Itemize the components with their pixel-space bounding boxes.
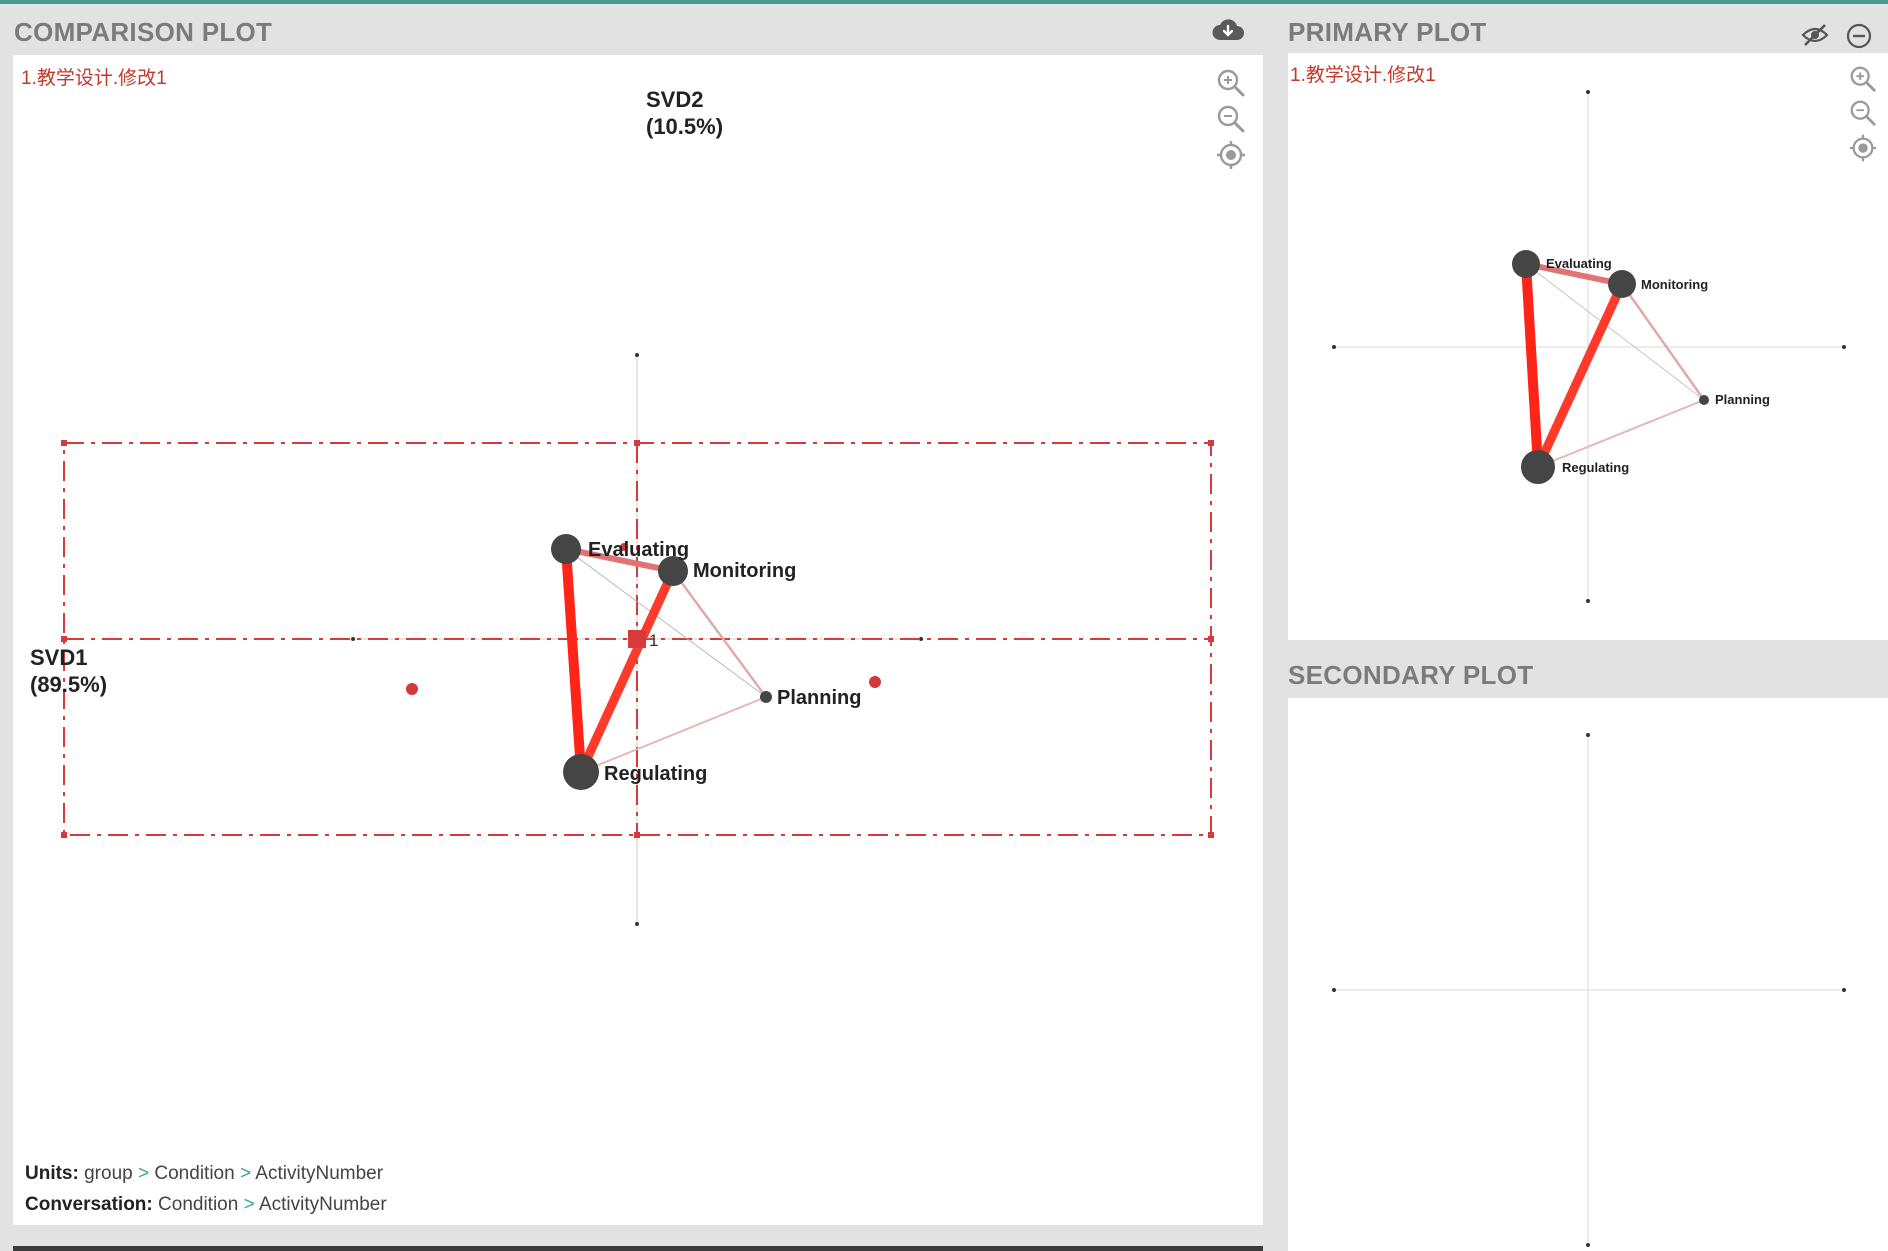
axis-tick	[1586, 1243, 1590, 1247]
centroid-label: 1	[649, 631, 658, 650]
axis-tick	[1842, 345, 1846, 349]
node-evaluating[interactable]	[1512, 250, 1540, 278]
axis-tick	[1586, 733, 1590, 737]
eye-off-icon[interactable]	[1800, 20, 1830, 50]
conversation-label: Conversation:	[25, 1194, 153, 1215]
axis-tick	[1842, 988, 1846, 992]
x-axis-pct: (89.5%)	[30, 672, 107, 697]
axis-tick	[1332, 345, 1336, 349]
node-regulating[interactable]	[1521, 450, 1555, 484]
node-regulating[interactable]	[563, 754, 599, 790]
centroid-marker[interactable]	[628, 630, 646, 648]
node-monitoring[interactable]	[1608, 270, 1636, 298]
y-axis-label: SVD2	[646, 87, 703, 112]
conversation-line: Conversation: Condition > ActivityNumber	[25, 1194, 387, 1216]
minus-circle-icon[interactable]	[1845, 22, 1873, 50]
node-label-planning: Planning	[1715, 392, 1770, 407]
node-label-planning: Planning	[777, 687, 861, 709]
axis-tick	[1332, 988, 1336, 992]
edge-monitoring-planning	[671, 570, 768, 698]
edge-monitoring-planning	[1620, 283, 1706, 401]
top-accent-line	[0, 0, 1888, 4]
units-separator: >	[239, 1163, 252, 1184]
conversation-separator: >	[243, 1194, 255, 1215]
node-label-regulating: Regulating	[1562, 460, 1629, 475]
axis-tick	[1586, 599, 1590, 603]
edge-monitoring-regulating	[1533, 282, 1627, 469]
secondary-plot-header: SECONDARY PLOT	[1288, 660, 1534, 690]
primary-network-plot: Evaluating Monitoring Planning Regulatin…	[1332, 90, 1846, 603]
unit-point[interactable]	[869, 676, 881, 688]
comparison-network-plot: SVD2 (10.5%) SVD1 (89.5%) Evaluating Mon…	[30, 87, 1214, 926]
primary-plot-header: PRIMARY PLOT	[1288, 17, 1487, 47]
node-label-monitoring: Monitoring	[1641, 277, 1708, 292]
node-label-monitoring: Monitoring	[693, 560, 796, 582]
node-planning[interactable]	[760, 691, 772, 703]
conversation-item: Condition	[158, 1194, 239, 1215]
edge-monitoring-regulating	[576, 569, 678, 774]
node-planning[interactable]	[1699, 395, 1709, 405]
unit-point[interactable]	[406, 683, 418, 695]
units-item: ActivityNumber	[255, 1163, 384, 1184]
units-separator: >	[138, 1163, 150, 1184]
edge-evaluating-regulating	[561, 548, 586, 773]
units-item: Condition	[154, 1163, 235, 1184]
y-axis-pct: (10.5%)	[646, 114, 723, 139]
node-label-regulating: Regulating	[604, 763, 707, 785]
units-label: Units:	[25, 1163, 79, 1184]
x-axis-label: SVD1	[30, 645, 87, 670]
primary-plot-card: 1.教学设计.修改1 Evaluating Monitoring Plannin…	[1288, 53, 1888, 640]
axis-tick	[1586, 90, 1590, 94]
comparison-plot-card: 1.教学设计.修改1 SVD2 (10.5%) SVD1 (89.5%) Eva…	[13, 55, 1263, 1225]
node-label-evaluating: Evaluating	[588, 539, 689, 561]
node-label-evaluating: Evaluating	[1546, 256, 1612, 271]
node-evaluating[interactable]	[551, 534, 581, 564]
comparison-plot-header: COMPARISON PLOT	[14, 17, 273, 47]
secondary-network-plot	[1332, 733, 1846, 1247]
secondary-plot-card	[1288, 698, 1888, 1251]
conversation-item: ActivityNumber	[258, 1194, 387, 1215]
cloud-download-icon[interactable]	[1211, 16, 1245, 46]
units-line: Units: group > Condition > ActivityNumbe…	[25, 1163, 383, 1185]
units-item: group	[84, 1163, 133, 1184]
axis-tick	[351, 637, 355, 641]
axis-tick	[635, 922, 639, 926]
bottom-scrollbar[interactable]	[13, 1246, 1263, 1251]
axis-tick	[635, 353, 639, 357]
edge-evaluating-regulating	[1521, 263, 1543, 468]
